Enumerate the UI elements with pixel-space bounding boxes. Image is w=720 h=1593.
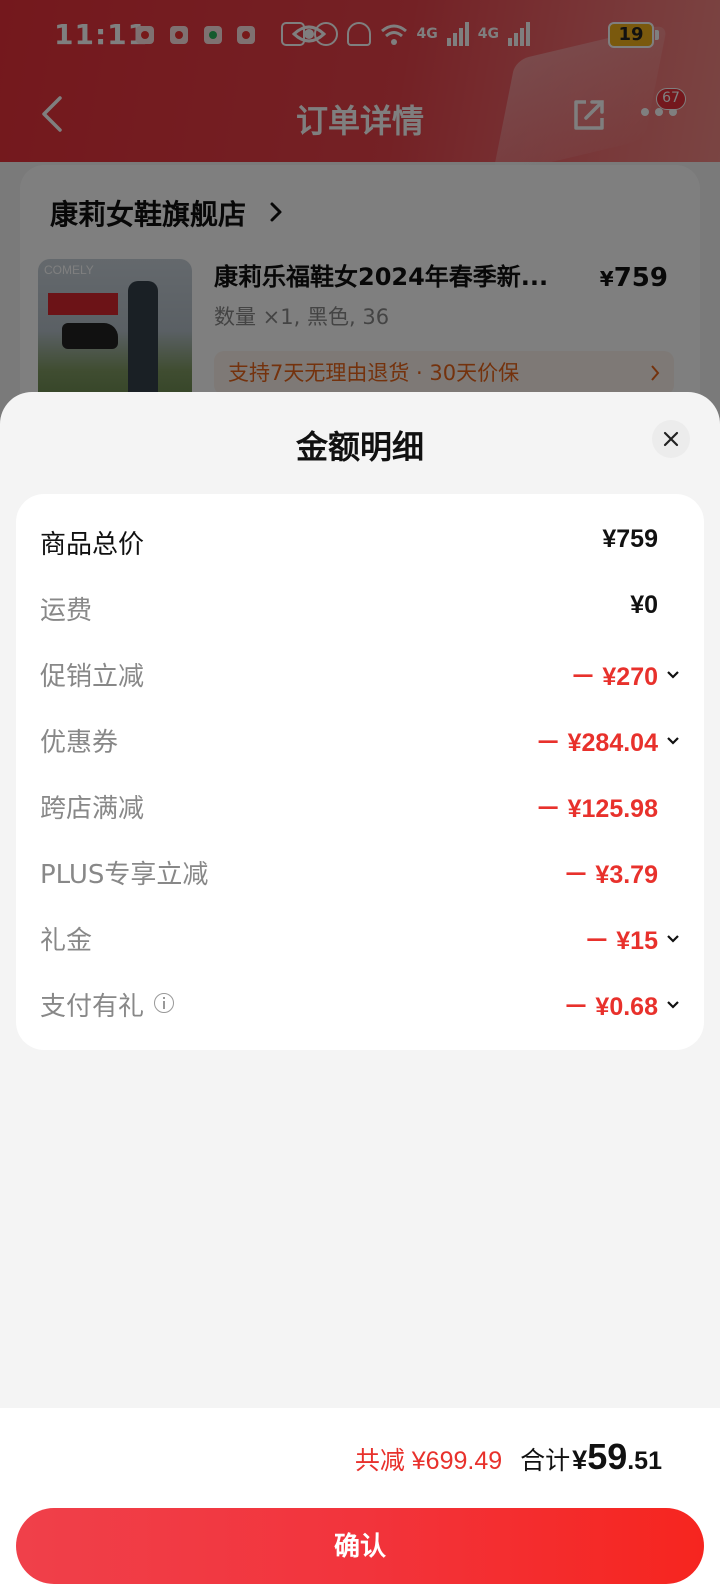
row-amount: － ¥0.68 [563, 993, 658, 1021]
row-amount: － ¥270 [570, 663, 658, 691]
close-icon [663, 431, 679, 447]
row-plus: PLUS专享立减 － ¥3.79 [16, 838, 704, 904]
row-promotion[interactable]: 促销立减 － ¥270 [16, 640, 704, 706]
info-icon[interactable] [154, 993, 175, 1013]
row-amount: ¥759 [602, 525, 658, 553]
chevron-down-icon[interactable] [666, 736, 680, 746]
total-saved: 共减 ¥699.49 [354, 1447, 503, 1475]
row-label: 运费 [40, 596, 93, 626]
row-amount: － ¥284.04 [535, 729, 658, 757]
row-shipping: 运费 ¥0 [16, 574, 704, 640]
row-amount: ¥0 [630, 591, 658, 619]
close-button[interactable] [652, 420, 690, 458]
row-gift-money[interactable]: 礼金 － ¥15 [16, 904, 704, 970]
row-goods-total: 商品总价 ¥759 [16, 508, 704, 574]
row-cross-store: 跨店满减 － ¥125.98 [16, 772, 704, 838]
confirm-button[interactable]: 确认 [16, 1508, 704, 1584]
chevron-down-icon[interactable] [666, 934, 680, 944]
total-decimal: .51 [627, 1447, 662, 1475]
row-label: 支付有礼 [40, 992, 145, 1022]
chevron-down-icon[interactable] [666, 670, 680, 680]
amount-detail-card: 商品总价 ¥759 运费 ¥0 促销立减 － ¥270 优惠券 － ¥284.0… [16, 494, 704, 1050]
sheet-title: 金额明细 [295, 428, 424, 466]
row-label: 商品总价 [40, 530, 145, 560]
row-label: PLUS专享立减 [40, 860, 209, 890]
row-amount: － ¥3.79 [563, 861, 658, 889]
bottom-action-bar: 共减 ¥699.49 合计 ¥ 59 .51 确认 [0, 1408, 720, 1593]
row-payment-gift[interactable]: 支付有礼 － ¥0.68 [16, 970, 704, 1036]
total-currency: ¥ [572, 1445, 588, 1475]
row-amount: － ¥125.98 [535, 795, 658, 823]
totals: 共减 ¥699.49 合计 ¥ 59 .51 [355, 1436, 662, 1478]
chevron-down-icon[interactable] [666, 1000, 680, 1010]
row-label: 跨店满减 [40, 794, 145, 824]
row-label: 礼金 [40, 926, 93, 956]
row-coupon[interactable]: 优惠券 － ¥284.04 [16, 706, 704, 772]
amount-detail-sheet: 金额明细 商品总价 ¥759 运费 ¥0 促销立减 － ¥270 优惠券 － ¥… [0, 392, 720, 1593]
row-label: 促销立减 [40, 662, 145, 692]
row-label-wrap: 支付有礼 [40, 986, 175, 1023]
total-integer: 59 [587, 1436, 628, 1477]
total-label: 合计 [520, 1447, 571, 1475]
row-amount: － ¥15 [584, 927, 658, 955]
row-label: 优惠券 [40, 728, 119, 758]
